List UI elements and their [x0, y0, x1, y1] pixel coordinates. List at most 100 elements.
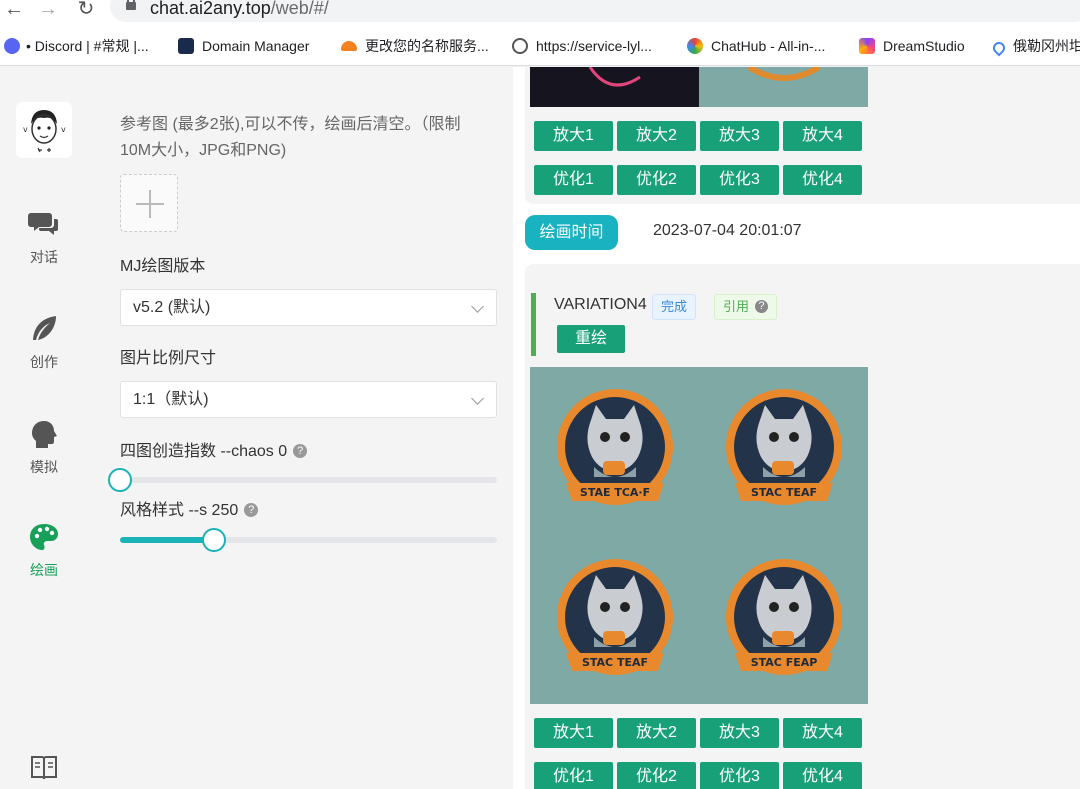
help-icon[interactable]: ? — [293, 444, 308, 458]
svg-text:v: v — [61, 125, 66, 134]
upscale-button-3[interactable]: 放大3 — [700, 121, 779, 151]
cat-logo-image-1[interactable]: STAE TCA·F — [530, 367, 699, 535]
help-icon[interactable]: ? — [755, 300, 769, 313]
chat-bubbles-icon — [28, 213, 58, 235]
bookmark-oregon[interactable]: 俄勒冈州坩 — [990, 36, 1080, 57]
discord-icon — [4, 38, 20, 54]
palette-icon — [30, 524, 58, 550]
reference-hint-line1: 参考图 (最多2张),可以不传，绘画后清空。（限制 — [120, 116, 461, 133]
cat-logo-image-4[interactable]: STAC FEAP — [699, 535, 868, 703]
chevron-down-icon — [471, 392, 484, 405]
ratio-select-value: 1:1（默认) — [133, 391, 209, 408]
sidebar-item-simulate[interactable]: 模拟 — [0, 419, 88, 477]
version-label: MJ绘图版本 — [120, 258, 206, 275]
upscale-button-2[interactable]: 放大2 — [617, 121, 696, 151]
ratio-select[interactable]: 1:1（默认) — [120, 381, 497, 418]
url-text[interactable]: chat.ai2any.top/web/#/ — [150, 0, 329, 19]
reference-upload-button[interactable] — [120, 174, 178, 232]
vary-button-2[interactable]: 优化2 — [617, 165, 696, 195]
help-icon[interactable]: ? — [244, 503, 259, 517]
bookmark-domain-manager[interactable]: Domain Manager — [178, 36, 309, 56]
quote-tag-label: 引用 — [723, 299, 750, 314]
head-profile-icon — [32, 421, 57, 448]
draw-timestamp: 2023-07-04 20:01:07 — [653, 222, 802, 239]
vary-button-4[interactable]: 优化4 — [783, 165, 862, 195]
image-fragment-icon — [747, 67, 821, 81]
image-fragment-icon — [588, 67, 641, 87]
upscale-button-4[interactable]: 放大4 — [783, 121, 862, 151]
lock-icon — [126, 0, 136, 10]
style-label: 风格样式 --s 250? — [120, 498, 259, 524]
vary-button-1[interactable]: 优化1 — [534, 762, 613, 789]
sidebar-item-chat[interactable]: 对话 — [0, 209, 88, 267]
result-image-tile[interactable] — [699, 67, 868, 107]
address-bar: ← → ↻ chat.ai2any.top/web/#/ — [0, 0, 1080, 24]
results-feed: 放大1 放大2 放大3 放大4 优化1 优化2 优化3 优化4 绘画时间 202… — [513, 67, 1080, 789]
cat-logo-image-2[interactable]: STAC TEAF — [699, 367, 868, 535]
cloud-icon — [341, 41, 357, 51]
cat-badge-icon: STAC TEAF — [557, 559, 673, 675]
draw-time-badge: 绘画时间 — [525, 215, 618, 250]
sidebar-label: 创作 — [30, 354, 58, 370]
vary-button-2[interactable]: 优化2 — [617, 762, 696, 789]
forward-arrow-icon[interactable]: → — [36, 0, 60, 22]
bookmark-chathub[interactable]: ChatHub - All-in-... — [687, 36, 825, 56]
vary-button-3[interactable]: 优化3 — [700, 165, 779, 195]
bookmark-service[interactable]: https://service-lyl... — [512, 36, 652, 56]
sidebar-item-draw[interactable]: 绘画 — [0, 522, 88, 580]
variation-title: VARIATION4 — [554, 296, 647, 313]
map-pin-icon — [990, 39, 1008, 57]
bookmark-label: 俄勒冈州坩 — [1013, 38, 1080, 54]
chevron-down-icon — [471, 300, 484, 313]
sidebar-item-create[interactable]: 创作 — [0, 314, 88, 372]
settings-panel: 参考图 (最多2张),可以不传，绘画后清空。（限制 10M大小，JPG和PNG)… — [102, 67, 513, 789]
style-label-text: 风格样式 --s 250 — [120, 502, 239, 519]
upscale-button-1[interactable]: 放大1 — [534, 718, 613, 748]
reload-icon[interactable]: ↻ — [74, 0, 98, 22]
reference-hint-line2: 10M大小，JPG和PNG) — [120, 142, 287, 159]
status-badge: 完成 — [652, 294, 697, 320]
variation-image-grid[interactable]: STAE TCA·F STAC TEAF STAC TEAF STAC FEAP — [530, 367, 868, 704]
quote-tag[interactable]: 引用? — [714, 294, 778, 320]
cat-logo-image-3[interactable]: STAC TEAF — [530, 535, 699, 703]
bookmarks-bar: • Discord | #常规 |... Domain Manager 更改您的… — [0, 24, 1080, 66]
url-path: /web/#/ — [270, 0, 329, 18]
vary-button-1[interactable]: 优化1 — [534, 165, 613, 195]
app-sidebar: v v 对话 创作 模拟 绘画 教程 — [0, 67, 102, 789]
cat-badge-icon: STAC FEAP — [726, 559, 842, 675]
version-select-value: v5.2 (默认) — [133, 299, 211, 316]
bookmark-discord[interactable]: • Discord | #常规 |... — [4, 36, 149, 56]
cat-badge-icon: STAE TCA·F — [557, 389, 673, 505]
bookmark-cloudflare[interactable]: 更改您的名称服务... — [341, 36, 489, 56]
style-slider-fill — [120, 537, 215, 543]
vary-button-4[interactable]: 优化4 — [783, 762, 862, 789]
chaos-slider-handle[interactable] — [108, 468, 132, 492]
upscale-button-3[interactable]: 放大3 — [700, 718, 779, 748]
badge-text: STAC TEAF — [751, 486, 817, 499]
style-slider-handle[interactable] — [202, 528, 227, 552]
upscale-button-4[interactable]: 放大4 — [783, 718, 862, 748]
bookmark-dreamstudio[interactable]: DreamStudio — [859, 36, 965, 56]
sidebar-label: 模拟 — [30, 459, 58, 475]
chaos-slider[interactable] — [108, 468, 497, 492]
sidebar-label: 绘画 — [30, 562, 58, 578]
result-image-tile[interactable] — [530, 67, 699, 107]
book-icon — [31, 756, 57, 780]
svg-text:v: v — [23, 125, 28, 134]
upscale-button-1[interactable]: 放大1 — [534, 121, 613, 151]
upscale-button-2[interactable]: 放大2 — [617, 718, 696, 748]
reference-hint: 参考图 (最多2张),可以不传，绘画后清空。（限制 10M大小，JPG和PNG) — [120, 112, 460, 164]
sidebar-item-tutorial[interactable]: 教程 — [0, 753, 88, 789]
chaos-label: 四图创造指数 --chaos 0? — [120, 439, 308, 465]
bookmark-label: Domain Manager — [202, 38, 310, 54]
badge-text: STAC FEAP — [751, 656, 818, 669]
version-select[interactable]: v5.2 (默认) — [120, 289, 497, 326]
avatar[interactable]: v v — [16, 102, 72, 158]
vary-button-3[interactable]: 优化3 — [700, 762, 779, 789]
ratio-label: 图片比例尺寸 — [120, 350, 217, 367]
redraw-button[interactable]: 重绘 — [557, 325, 625, 353]
style-slider[interactable] — [120, 528, 497, 552]
dreamstudio-icon — [859, 38, 875, 54]
back-arrow-icon[interactable]: ← — [2, 0, 26, 22]
bookmark-label: https://service-lyl... — [536, 38, 652, 54]
